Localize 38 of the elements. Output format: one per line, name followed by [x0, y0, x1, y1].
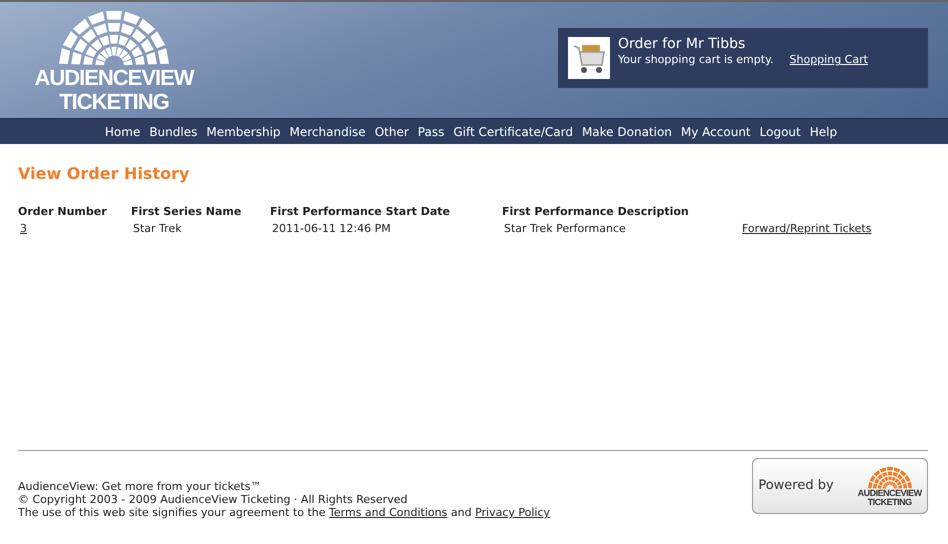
- column-header: First Performance Description: [502, 204, 690, 220]
- privacy-link[interactable]: Privacy Policy: [475, 506, 550, 519]
- nav-link[interactable]: My Account: [676, 122, 756, 140]
- table-cell: Star Trek Performance: [502, 221, 742, 238]
- dome-icon: [868, 464, 912, 490]
- nav-link[interactable]: Gift Certificate/Card: [448, 122, 578, 140]
- logo-text: AUDIENCEVIEW: [858, 489, 922, 498]
- nav-link[interactable]: Bundles: [144, 122, 202, 140]
- nav-link[interactable]: Help: [805, 122, 842, 140]
- logo-text: TICKETING: [58, 90, 170, 112]
- logo-text: TICKETING: [866, 498, 913, 508]
- cart-title: Order for Mr Tibbs: [618, 37, 746, 52]
- terms-link[interactable]: Terms and Conditions: [329, 506, 448, 519]
- reprint-tickets-link[interactable]: Forward/Reprint Tickets: [742, 222, 872, 235]
- column-header: Order Number: [18, 204, 108, 220]
- order-number-link[interactable]: 3: [20, 222, 27, 235]
- column-header: First Series Name: [131, 204, 242, 220]
- nav-link[interactable]: Logout: [755, 122, 806, 140]
- agreement-text: The use of this web site signifies your agreement to the: [18, 506, 326, 519]
- conjunction-text: and: [450, 506, 472, 519]
- logo-text: AUDIENCEVIEW: [34, 66, 194, 88]
- nav-link[interactable]: Home: [100, 122, 145, 140]
- nav-link[interactable]: Membership: [202, 122, 286, 140]
- nav-link[interactable]: Merchandise: [285, 122, 370, 140]
- table-cell-text: Star Trek: [132, 221, 183, 237]
- shopping-cart-link[interactable]: Shopping Cart: [790, 52, 868, 69]
- nav-link[interactable]: Make Donation: [577, 122, 676, 140]
- table-cell-text: 2011-06-11 12:46 PM: [271, 221, 392, 237]
- powered-by-text: Powered by: [758, 477, 834, 496]
- cart-icon: [568, 37, 610, 79]
- powered-by-badge[interactable]: Powered by AUDIENCEVIEW TICKETING: [752, 458, 928, 514]
- page-title: View Order History: [18, 163, 190, 185]
- nav-link[interactable]: Pass: [413, 122, 449, 140]
- tagline-text: AudienceView: Get more from your tickets™: [18, 480, 262, 493]
- nav-link[interactable]: Other: [370, 122, 414, 140]
- copyright-text: © Copyright 2003 - 2009 AudienceView Ticketing · All Rights Reserved: [18, 493, 408, 506]
- cart-status: Your shopping cart is empty.: [618, 52, 774, 68]
- column-header: First Performance Start Date: [270, 204, 451, 220]
